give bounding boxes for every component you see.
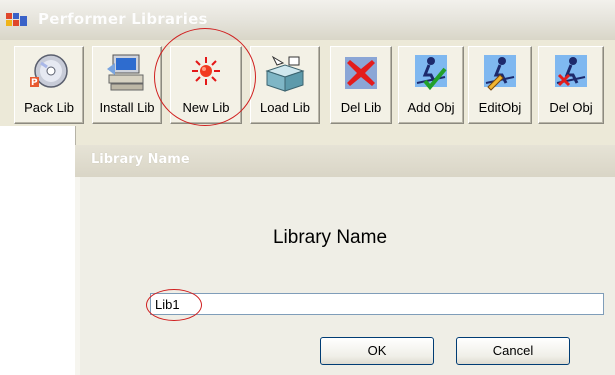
- skier-delete-icon: [555, 55, 587, 87]
- install-lib-label: Install Lib: [99, 100, 155, 115]
- add-obj-label: Add Obj: [407, 100, 455, 115]
- ok-button[interactable]: OK: [320, 337, 434, 365]
- toolbar: P Pack Lib Install Lib New Lib Load Lib …: [0, 40, 615, 126]
- computer-install-icon: [107, 54, 144, 91]
- main-title-bar: Performer Libraries: [0, 0, 615, 40]
- dialog-body: Library Name OK Cancel: [80, 177, 615, 375]
- dialog-title-bar: Library Name: [75, 145, 615, 177]
- library-list-pane[interactable]: [0, 126, 76, 375]
- dialog-heading: Library Name: [272, 227, 388, 248]
- del-obj-label: Del Obj: [549, 100, 593, 115]
- pack-lib-label: Pack Lib: [24, 100, 74, 115]
- red-x-delete-icon: [345, 57, 377, 89]
- edit-obj-label: EditObj: [478, 100, 522, 115]
- new-lib-button[interactable]: New Lib: [170, 46, 242, 124]
- del-obj-button[interactable]: Del Obj: [538, 46, 604, 124]
- new-burst-icon: [192, 57, 220, 85]
- box-load-icon: [265, 55, 305, 92]
- library-name-dialog: Library Name Library Name OK Cancel: [75, 145, 615, 375]
- install-lib-button[interactable]: Install Lib: [92, 46, 162, 124]
- skier-add-icon: [415, 55, 447, 91]
- pack-lib-button[interactable]: P Pack Lib: [14, 46, 84, 124]
- cancel-button[interactable]: Cancel: [456, 337, 570, 365]
- cd-pack-icon: P: [30, 54, 68, 88]
- dialog-title: Library Name: [91, 152, 190, 167]
- library-name-input[interactable]: [150, 293, 604, 315]
- load-lib-button[interactable]: Load Lib: [250, 46, 320, 124]
- edit-obj-button[interactable]: EditObj: [468, 46, 532, 124]
- skier-edit-icon: [484, 55, 516, 91]
- add-obj-button[interactable]: Add Obj: [398, 46, 464, 124]
- load-lib-label: Load Lib: [260, 100, 310, 115]
- svg-text:P: P: [31, 78, 38, 88]
- del-lib-button[interactable]: Del Lib: [330, 46, 392, 124]
- window-title: Performer Libraries: [38, 10, 208, 28]
- del-lib-label: Del Lib: [340, 100, 382, 115]
- new-lib-label: New Lib: [182, 100, 230, 115]
- app-windows-icon: [6, 13, 27, 26]
- app-window: Performer Libraries P Pack Lib Install L…: [0, 0, 615, 375]
